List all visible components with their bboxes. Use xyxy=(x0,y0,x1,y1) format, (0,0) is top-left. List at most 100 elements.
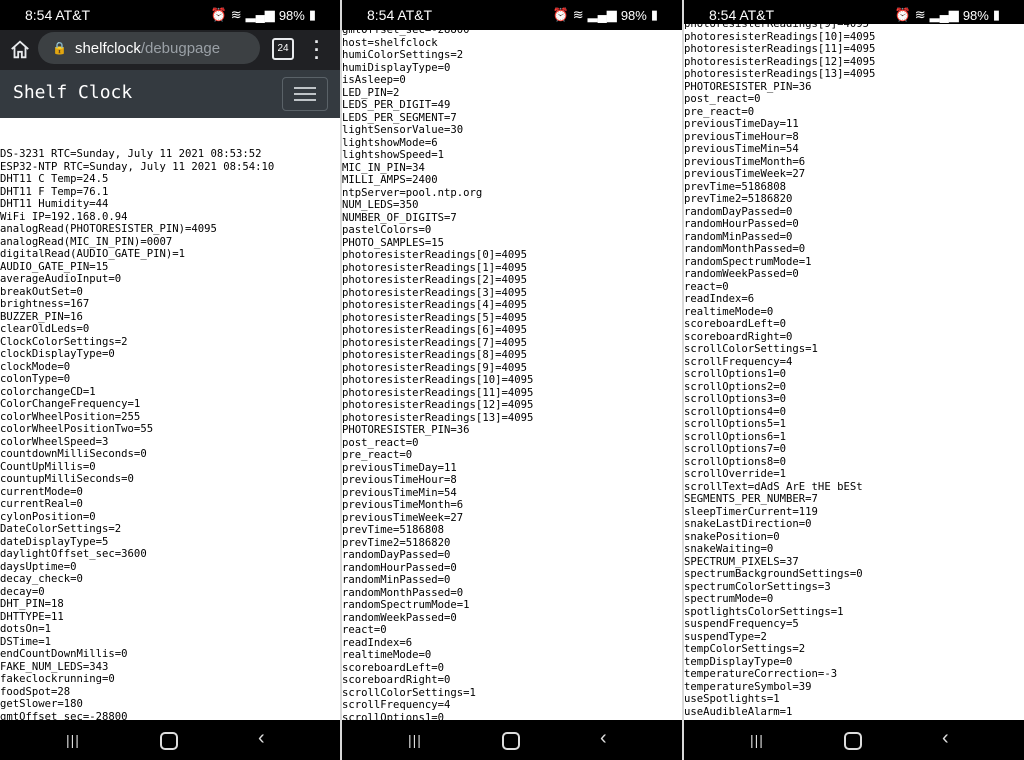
debug-line: averageAudioInput=0 xyxy=(0,273,122,285)
debug-line: NUM_LEDS=350 xyxy=(342,199,419,211)
debug-line: scrollOverride=1 xyxy=(684,468,787,480)
debug-line: LEDS_PER_SEGMENT=7 xyxy=(342,111,457,124)
status-time: 8:54 AT&T xyxy=(367,7,433,23)
debug-line: scrollOptions6=1 xyxy=(684,430,787,443)
status-time: 8:54 AT&T xyxy=(25,7,91,23)
debug-line: react=0 xyxy=(342,624,387,636)
home-icon[interactable] xyxy=(9,39,31,61)
debug-line: isAsleep=0 xyxy=(342,74,406,86)
debug-line: LEDS_PER_DIGIT=49 xyxy=(342,99,451,111)
debug-line: randomMonthPassed=0 xyxy=(342,586,464,599)
more-menu-icon[interactable]: · · · xyxy=(314,33,322,67)
tab-switcher-button[interactable]: 24 xyxy=(272,38,294,60)
debug-line: DHT11 C Temp=24.5 xyxy=(0,173,109,185)
debug-line: ESP32-NTP RTC=Sunday, July 11 2021 08:54… xyxy=(0,160,275,173)
debug-line: daysUptime=0 xyxy=(0,560,77,573)
debug-line: randomMinPassed=0 xyxy=(342,574,451,586)
debug-line: photoresisterReadings[9]=4095 xyxy=(342,361,527,374)
home-nav-icon[interactable] xyxy=(160,732,178,750)
debug-line: scrollOptions3=0 xyxy=(684,393,787,405)
debug-line: photoresisterReadings[8]=4095 xyxy=(342,349,527,361)
debug-line: photoresisterReadings[4]=4095 xyxy=(342,299,527,311)
recent-apps-icon[interactable]: ||| xyxy=(66,732,80,748)
debug-line: dotsOn=1 xyxy=(0,623,52,635)
debug-line: photoresisterReadings[5]=4095 xyxy=(342,311,527,324)
status-icons: ⏰ ≋ ▂▄▆ 98% ▮ xyxy=(553,7,659,23)
debug-line: snakePosition=0 xyxy=(684,530,780,543)
debug-line: scrollOptions8=0 xyxy=(684,455,787,468)
debug-line: post_react=0 xyxy=(684,93,761,105)
debug-line: randomSpectrumMode=1 xyxy=(342,599,470,611)
navbar-toggle-button[interactable] xyxy=(282,77,328,111)
debug-line: currentMode=0 xyxy=(0,485,83,498)
debug-line: spectrumBackgroundSettings=0 xyxy=(684,568,863,580)
debug-line: pastelColors=0 xyxy=(342,224,432,236)
debug-line: colorchangeCD=1 xyxy=(0,385,96,398)
debug-line: randomMonthPassed=0 xyxy=(684,243,806,255)
battery-icon: ▮ xyxy=(308,7,316,22)
debug-line: DHTTYPE=11 xyxy=(0,610,64,623)
debug-line: cylonPosition=0 xyxy=(0,510,96,523)
debug-line: SEGMENTS_PER_NUMBER=7 xyxy=(684,493,818,505)
debug-line: previousTimeWeek=27 xyxy=(342,511,464,524)
debug-line: CountUpMillis=0 xyxy=(0,460,96,473)
debug-line: DHT11 Humidity=44 xyxy=(0,198,109,210)
debug-line: NUMBER_OF_DIGITS=7 xyxy=(342,211,457,224)
debug-line: useSpotlights=1 xyxy=(684,693,780,705)
alarm-icon: ⏰ xyxy=(552,7,569,22)
debug-line: photoresisterReadings[11]=4095 xyxy=(342,386,534,399)
debug-line: humiColorSettings=2 xyxy=(342,49,464,61)
debug-line: pre_react=0 xyxy=(342,449,413,461)
debug-line: clockMode=0 xyxy=(0,360,71,373)
debug-line: foodSpot=28 xyxy=(0,685,71,698)
debug-line: photoresisterReadings[11]=4095 xyxy=(684,43,876,55)
debug-line: fakeclockrunning=0 xyxy=(0,673,115,685)
debug-line: randomHourPassed=0 xyxy=(342,561,457,574)
debug-line: previousTimeHour=8 xyxy=(684,130,799,143)
back-icon[interactable]: ‹ xyxy=(600,727,607,750)
debug-line: MILLI_AMPS=2400 xyxy=(342,174,438,186)
debug-line: LED_PIN=2 xyxy=(342,86,400,99)
debug-line: scrollOptions2=0 xyxy=(684,380,787,393)
recent-apps-icon[interactable]: ||| xyxy=(750,732,764,748)
debug-line: photoresisterReadings[13]=4095 xyxy=(342,411,534,424)
debug-variable-list: DS-3231 RTC=Sunday, July 11 2021 08:53:5… xyxy=(0,148,340,720)
home-nav-icon[interactable] xyxy=(502,732,520,750)
signal-icon: ▂▄▆ xyxy=(245,7,275,22)
debug-line: randomMinPassed=0 xyxy=(684,230,793,243)
alarm-icon: ⏰ xyxy=(210,7,227,22)
debug-line: sleepTimerCurrent=119 xyxy=(684,505,818,518)
debug-line: photoresisterReadings[10]=4095 xyxy=(342,374,534,386)
recent-apps-icon[interactable]: ||| xyxy=(408,732,422,748)
status-icons: ⏰ ≋ ▂▄▆ 98% ▮ xyxy=(211,7,317,23)
debug-line: scoreboardLeft=0 xyxy=(684,318,787,330)
debug-line: scoreboardRight=0 xyxy=(342,674,451,686)
back-icon[interactable]: ‹ xyxy=(258,727,265,750)
brand-title[interactable]: Shelf Clock xyxy=(13,82,132,103)
debug-line: temperatureSymbol=39 xyxy=(684,680,812,693)
debug-line: analogRead(MIC_IN_PIN)=0007 xyxy=(0,235,173,248)
debug-variable-list: gmtOffset_sec=-28800 host=shelfclock humiC… xyxy=(342,24,682,720)
debug-line: photoresisterReadings[10]=4095 xyxy=(684,30,876,43)
debug-line: photoresisterReadings[0]=4095 xyxy=(342,249,527,261)
battery-level: 98% xyxy=(278,7,305,23)
debug-line: previousTimeWeek=27 xyxy=(684,168,806,180)
debug-line: SPECTRUM_PIXELS=37 xyxy=(684,555,799,568)
home-nav-icon[interactable] xyxy=(844,732,862,750)
debug-line: temperatureCorrection=-3 xyxy=(684,668,838,680)
debug-line: readIndex=6 xyxy=(684,293,755,305)
hamburger-line xyxy=(294,93,316,95)
debug-line: tempColorSettings=2 xyxy=(684,643,806,655)
debug-line: DSTime=1 xyxy=(0,635,52,648)
debug-line: scrollFrequency=4 xyxy=(684,355,793,368)
debug-line: clearOldLeds=0 xyxy=(0,323,90,335)
debug-line: previousTimeMonth=6 xyxy=(342,499,464,511)
debug-line: prevTime2=5186820 xyxy=(342,536,451,549)
back-icon[interactable]: ‹ xyxy=(942,727,949,750)
debug-line: scoreboardRight=0 xyxy=(684,330,793,343)
address-bar[interactable]: 🔒 shelfclock /debugpage xyxy=(38,32,260,64)
debug-line: DS-3231 RTC=Sunday, July 11 2021 08:53:5… xyxy=(0,148,262,160)
debug-line: DHT_PIN=18 xyxy=(0,598,64,610)
debug-line: snakeLastDirection=0 xyxy=(684,518,812,530)
debug-line: DateColorSettings=2 xyxy=(0,523,122,535)
